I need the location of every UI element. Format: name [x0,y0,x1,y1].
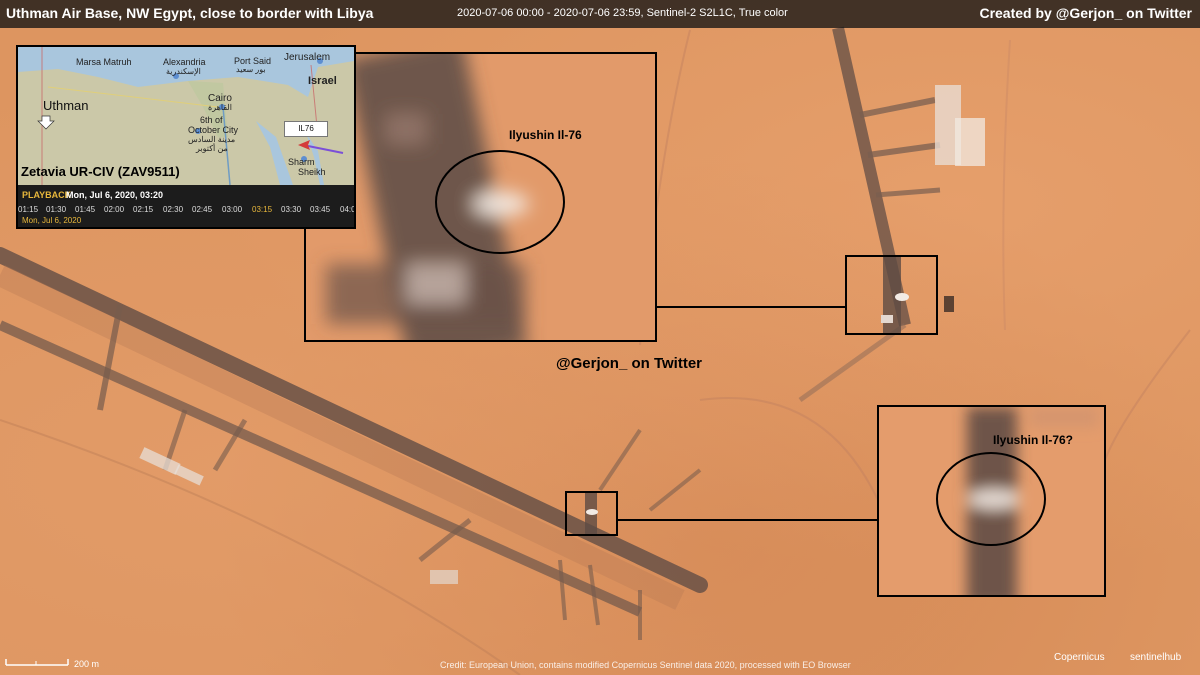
aircraft-label-2: Ilyushin Il-76? [993,433,1074,447]
branch-5 [558,559,567,621]
city-port-said-ar: بور سعيد [236,65,266,74]
desert-track-5 [1002,39,1011,331]
country-israel: Israel [308,75,337,87]
date-range: 2020-07-06 00:00 - 2020-07-06 23:59, Sen… [457,7,788,19]
timeline-tick: 01:30 [46,205,67,214]
apron-building-3 [430,570,458,584]
playback-label: PLAYBACK [22,190,72,200]
image-title: Uthman Air Base, NW Egypt, close to bord… [6,5,374,21]
timeline-tick: 03:00 [222,205,243,214]
aircraft-label-1: Ilyushin Il-76 [509,128,582,142]
branch-9 [648,468,702,512]
city-october-ar-1: مدينة السادس [188,135,236,144]
city-sharm-2: Sheikh [298,167,326,177]
header-bar: Uthman Air Base, NW Egypt, close to bord… [0,0,1200,28]
timeline-tick: 04:00 [340,205,356,214]
timeline-tick: 02:30 [163,205,184,214]
timeline-tick: 02:15 [133,205,154,214]
apron-building-2 [174,464,204,486]
city-jerusalem: Jerusalem [284,52,331,63]
copernicus-logo: Copernicus [1054,652,1105,663]
connector-taxiway [798,322,907,403]
city-alexandria: Alexandria [163,57,206,67]
target-box-2 [565,491,618,536]
desert-track-3 [699,397,901,561]
apron-building-1 [139,447,181,475]
city-october-1: 6th of [200,115,223,125]
scale-label: 200 m [74,659,100,669]
city-marsa-matruh: Marsa Matruh [76,57,132,67]
parallel-taxiway [0,320,643,617]
spur-1 [859,97,936,118]
scale-bar: 200 m [4,655,99,674]
timeline-tick-current: 03:15 [252,205,273,214]
spur-3 [875,187,941,198]
spur-2 [867,142,941,158]
playback-bar: PLAYBACK Mon, Jul 6, 2020, 03:20 01:15 0… [18,185,354,227]
timeline-tick: 02:45 [192,205,213,214]
city-sharm: Sharm [288,157,315,167]
timeline-date: Mon, Jul 6, 2020 [22,216,82,225]
hangar-building-2 [955,118,985,166]
uthman-label: Uthman [43,98,89,113]
zoom-main-content [326,54,565,340]
timeline-tick: 03:30 [281,205,302,214]
timeline-tick: 01:15 [18,205,39,214]
flight-tracker-inset: Marsa Matruh Alexandria الإسكندرية Port … [16,45,356,229]
branch-8 [598,428,642,492]
zoom-box-main [304,52,657,342]
city-cairo-ar: القاهرة [208,103,232,112]
scale-bar-graphic [5,659,69,666]
city-october-2: October City [188,125,239,135]
data-credit: Credit: European Union, contains modifie… [440,660,851,670]
satellite-image: Ilyushin Il-76 Ilyushin Il-76? @Gerjon_ … [0,0,1200,675]
watermark-twitter: @Gerjon_ on Twitter [556,355,703,372]
timeline-tick: 01:45 [75,205,96,214]
dark-spot [944,296,954,312]
timeline-tick: 03:45 [310,205,331,214]
aircraft-tag: IL76 [284,121,328,137]
logos: Copernicus sentinelhub [1054,648,1196,672]
author-credit: Created by @Gerjon_ on Twitter [979,5,1192,21]
target-box-1 [845,255,938,335]
timeline[interactable]: 01:15 01:30 01:45 02:00 02:15 02:30 02:4… [18,205,354,215]
city-october-ar-2: من أكتوبر [196,144,228,153]
city-alexandria-ar: الإسكندرية [166,67,201,76]
timeline-tick: 02:00 [104,205,125,214]
flight-label: Zetavia UR-CIV (ZAV9511) [21,164,180,179]
desert-track-4 [1104,329,1191,461]
sentinelhub-logo: sentinelhub [1130,652,1182,663]
playback-date: Mon, Jul 6, 2020, 03:20 [66,190,164,200]
